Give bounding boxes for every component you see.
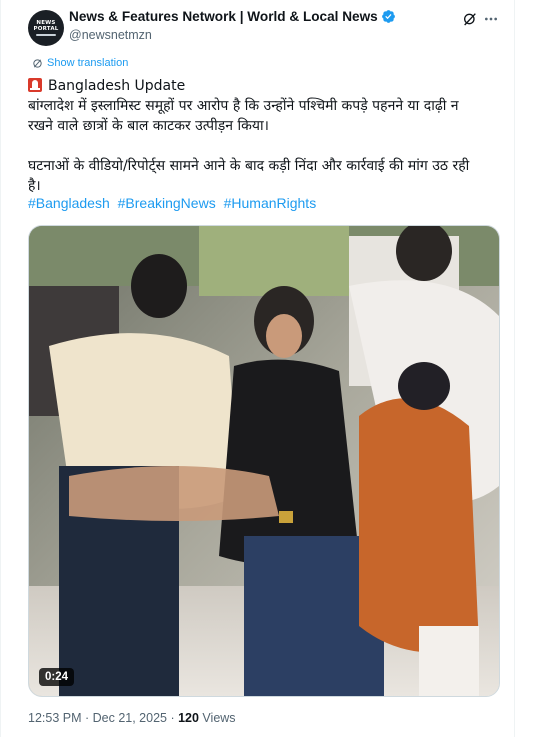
show-translation-label: Show translation	[47, 57, 129, 69]
translate-icon	[33, 58, 42, 68]
avatar-text-line2: PORTAL	[33, 26, 59, 33]
post-text-line: Bangladesh Update	[28, 76, 508, 96]
avatar-underline	[36, 34, 56, 36]
timeline-divider-left	[0, 0, 1, 737]
video-duration-badge: 0:24	[39, 668, 75, 686]
post-headline: Bangladesh Update	[48, 78, 186, 94]
more-icon	[485, 17, 497, 21]
show-translation-link[interactable]: Show translation	[32, 57, 128, 69]
hashtag-link[interactable]: #HumanRights	[224, 195, 317, 211]
post-text-line: बांग्लादेश में इस्लामिस्ट समूहों पर आरोप…	[28, 98, 459, 114]
hashtag-link[interactable]: #BreakingNews	[118, 195, 216, 211]
post-meta: 12:53 PM · Dec 21, 2025 · 120 Views	[28, 711, 236, 725]
post-text: Bangladesh Update बांग्लादेश में इस्लामि…	[28, 76, 508, 196]
author-name-row[interactable]: News & Features Network | World & Local …	[69, 9, 396, 24]
post-hashtags: #Bangladesh #BreakingNews #HumanRights	[28, 195, 320, 211]
timeline-divider-right	[514, 0, 515, 737]
grok-button[interactable]	[461, 10, 479, 28]
post-text-line: रखने वाले छात्रों के बाल काटकर उत्पीड़न …	[28, 118, 269, 134]
post-text-line	[28, 136, 508, 156]
post-timestamp[interactable]: 12:53 PM · Dec 21, 2025 ·	[28, 711, 178, 725]
author-display-name[interactable]: News & Features Network | World & Local …	[69, 9, 378, 24]
views-label: Views	[198, 711, 236, 725]
post-text-line: घटनाओं के वीडियो/रिपोर्ट्स सामने आने के …	[28, 158, 470, 174]
views-count: 120	[178, 711, 199, 725]
grok-icon	[464, 13, 476, 26]
video-player[interactable]	[28, 225, 500, 697]
hashtag-link[interactable]: #Bangladesh	[28, 195, 110, 211]
author-handle[interactable]: @newsnetmzn	[69, 28, 152, 42]
more-options-button[interactable]	[482, 10, 500, 28]
siren-emoji-icon	[28, 78, 42, 92]
author-avatar[interactable]: NEWS PORTAL	[28, 10, 64, 46]
verified-badge-icon	[381, 10, 395, 23]
video-frame	[29, 226, 499, 696]
post-text-line: है।	[28, 178, 41, 194]
